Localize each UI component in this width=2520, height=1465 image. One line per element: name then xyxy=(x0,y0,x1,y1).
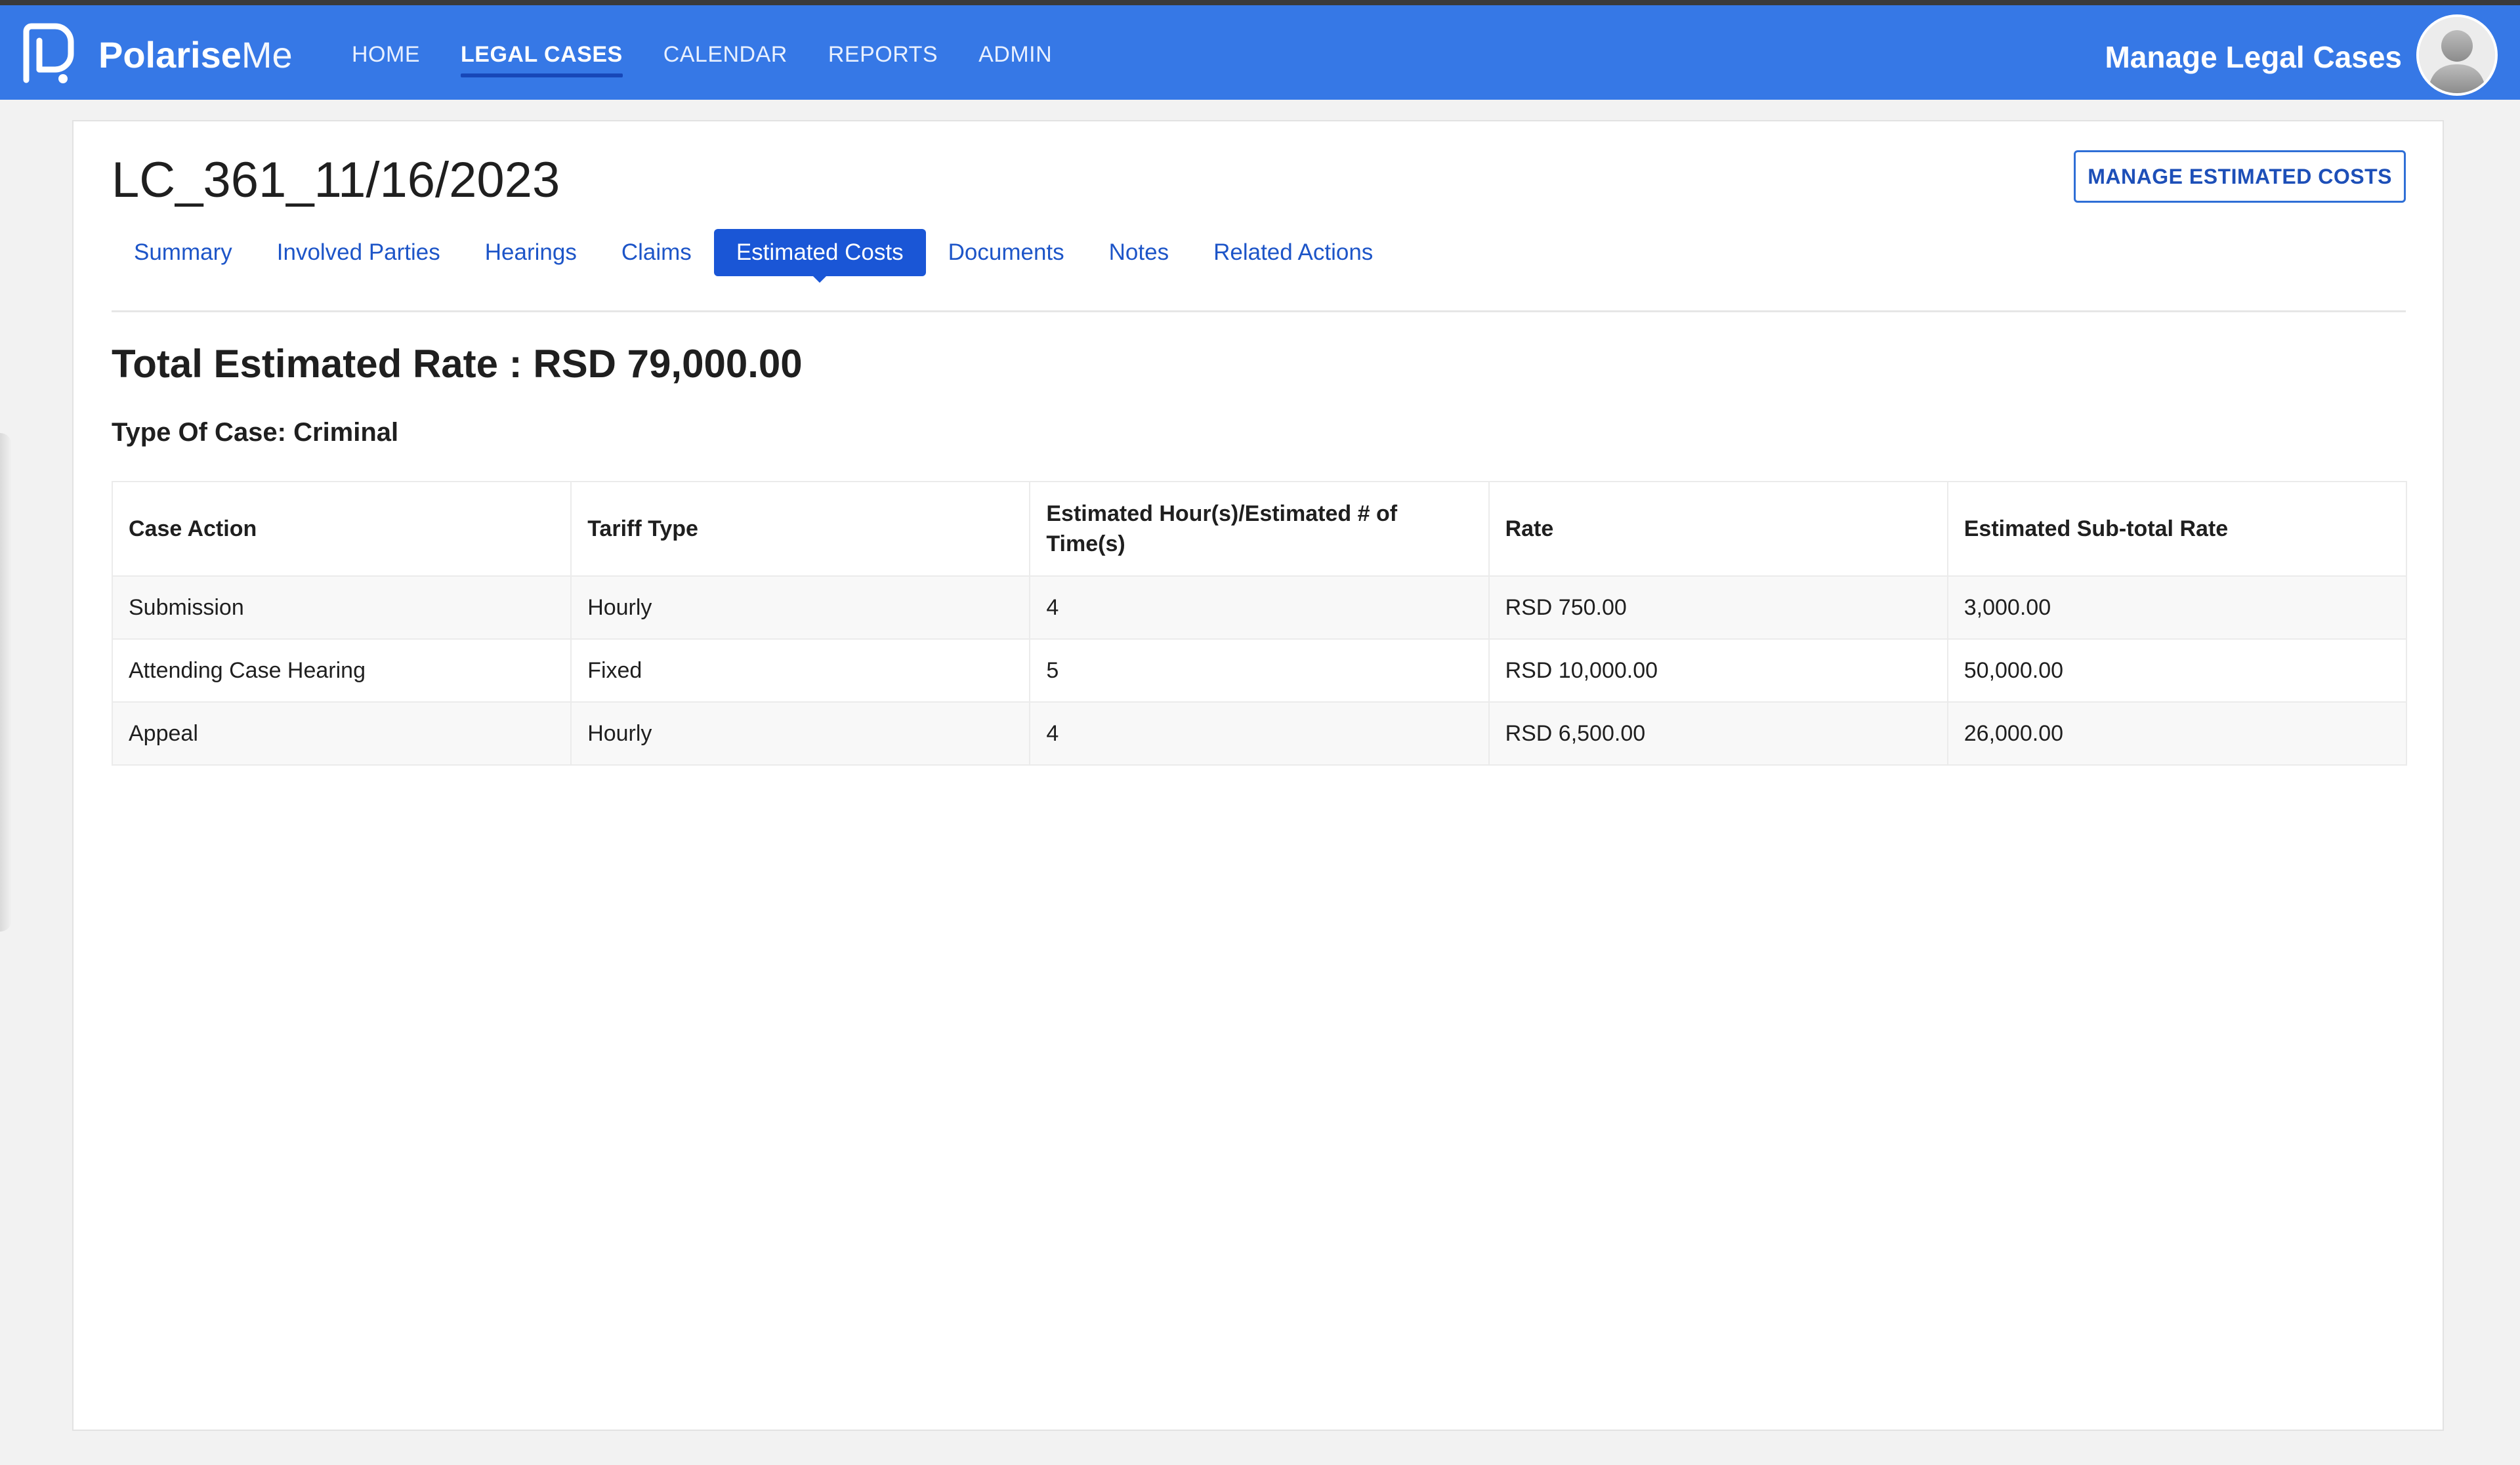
estimated-costs-table: Case Action Tariff Type Estimated Hour(s… xyxy=(111,481,2408,766)
case-title: LC_361_11/16/2023 xyxy=(112,152,560,208)
type-of-case: Type Of Case: Criminal xyxy=(112,418,399,447)
side-shadow xyxy=(0,433,12,932)
cell-subtotal: 50,000.00 xyxy=(1946,638,2408,703)
cell-subtotal: 26,000.00 xyxy=(1946,701,2408,766)
tab-estimated-costs[interactable]: Estimated Costs xyxy=(713,229,926,283)
brand-name[interactable]: PolariseMe xyxy=(98,34,293,76)
cell-tariff-type: Hourly xyxy=(570,701,1031,766)
tab-related-actions[interactable]: Related Actions xyxy=(1191,229,1395,276)
column-header-tariff-type[interactable]: Tariff Type xyxy=(570,481,1031,577)
page-section-label: Manage Legal Cases xyxy=(2105,40,2402,74)
polariseme-logo-icon[interactable] xyxy=(17,21,80,87)
tab-summary[interactable]: Summary xyxy=(112,229,255,276)
column-header-case-action[interactable]: Case Action xyxy=(111,481,572,577)
total-estimated-rate: Total Estimated Rate : RSD 79,000.00 xyxy=(112,342,803,386)
cell-estimated-hours: 5 xyxy=(1029,638,1490,703)
tab-involved-parties[interactable]: Involved Parties xyxy=(255,229,463,276)
table-row[interactable]: Submission Hourly 4 RSD 750.00 3,000.00 xyxy=(111,575,2408,640)
manage-estimated-costs-button[interactable]: MANAGE ESTIMATED COSTS xyxy=(2074,150,2406,203)
brand-name-light: Me xyxy=(241,34,293,75)
cell-tariff-type: Hourly xyxy=(570,575,1031,640)
top-navbar: PolariseMe HOME LEGAL CASES CALENDAR REP… xyxy=(0,5,2520,100)
column-header-subtotal[interactable]: Estimated Sub-total Rate xyxy=(1946,481,2408,577)
brand-name-bold: Polarise xyxy=(98,34,242,75)
cell-rate: RSD 10,000.00 xyxy=(1488,638,1948,703)
cell-estimated-hours: 4 xyxy=(1029,701,1490,766)
main-nav: HOME LEGAL CASES CALENDAR REPORTS ADMIN xyxy=(352,38,1093,77)
user-silhouette-icon xyxy=(2419,17,2495,93)
cell-rate: RSD 750.00 xyxy=(1488,575,1948,640)
table-header-row: Case Action Tariff Type Estimated Hour(s… xyxy=(111,481,2408,577)
user-avatar[interactable] xyxy=(2416,14,2498,96)
nav-home[interactable]: HOME xyxy=(352,38,420,71)
cell-case-action: Submission xyxy=(111,575,572,640)
cell-case-action: Attending Case Hearing xyxy=(111,638,572,703)
case-detail-card: LC_361_11/16/2023 MANAGE ESTIMATED COSTS… xyxy=(72,120,2444,1431)
tab-hearings[interactable]: Hearings xyxy=(463,229,599,276)
nav-calendar[interactable]: CALENDAR xyxy=(663,38,788,71)
cell-subtotal: 3,000.00 xyxy=(1946,575,2408,640)
table-row[interactable]: Attending Case Hearing Fixed 5 RSD 10,00… xyxy=(111,638,2408,703)
nav-admin[interactable]: ADMIN xyxy=(978,38,1052,71)
tab-notes[interactable]: Notes xyxy=(1087,229,1191,276)
nav-legal-cases[interactable]: LEGAL CASES xyxy=(461,38,623,77)
column-header-rate[interactable]: Rate xyxy=(1488,481,1948,577)
window-top-strip xyxy=(0,0,2520,5)
column-header-estimated-hours[interactable]: Estimated Hour(s)/Estimated # of Time(s) xyxy=(1029,481,1490,577)
cell-tariff-type: Fixed xyxy=(570,638,1031,703)
cell-case-action: Appeal xyxy=(111,701,572,766)
table-row[interactable]: Appeal Hourly 4 RSD 6,500.00 26,000.00 xyxy=(111,701,2408,766)
tab-claims[interactable]: Claims xyxy=(599,229,714,276)
cell-rate: RSD 6,500.00 xyxy=(1488,701,1948,766)
tabs-divider xyxy=(112,310,2406,312)
nav-reports[interactable]: REPORTS xyxy=(828,38,938,71)
cell-estimated-hours: 4 xyxy=(1029,575,1490,640)
case-tabs: Summary Involved Parties Hearings Claims… xyxy=(112,229,1395,283)
tab-documents[interactable]: Documents xyxy=(926,229,1087,276)
